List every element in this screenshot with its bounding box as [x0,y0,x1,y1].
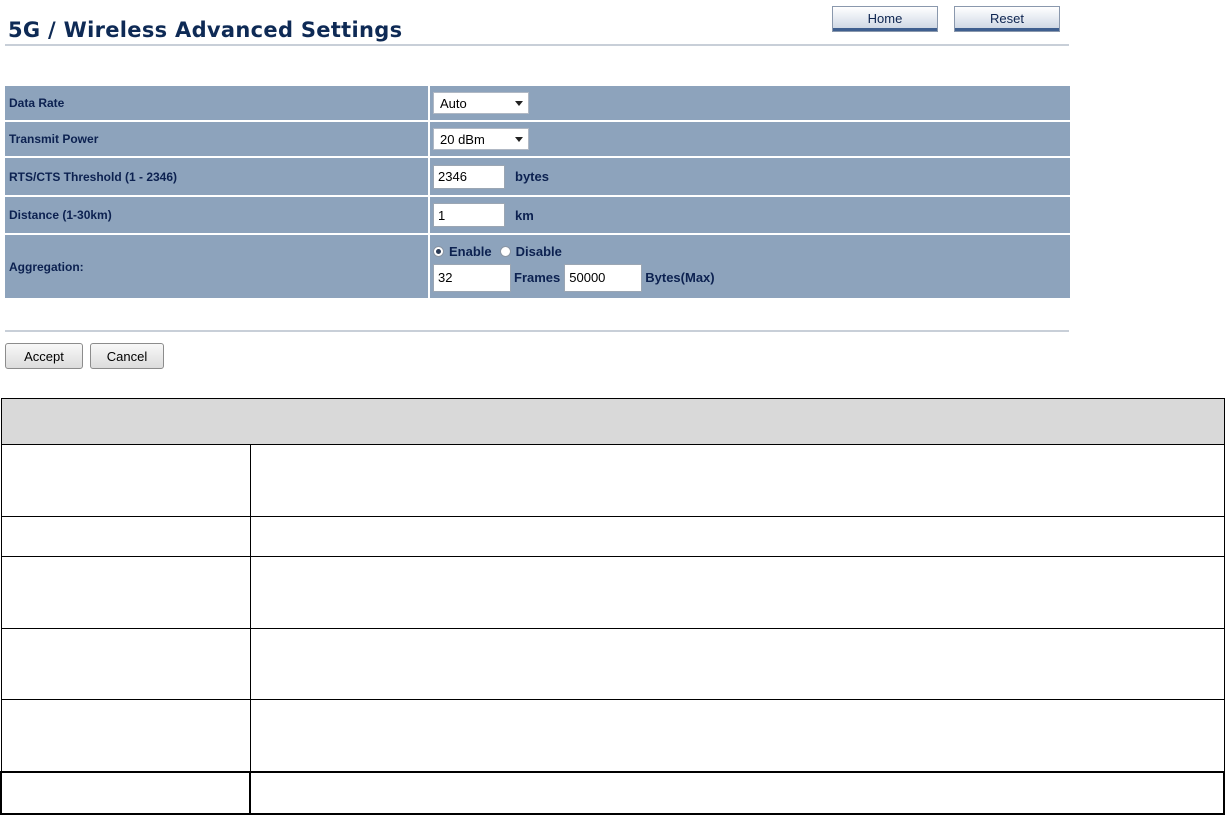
page-title: 5G / Wireless Advanced Settings [8,18,403,42]
table-cell-description [249,444,1225,517]
transmit-power-row: Transmit Power 20 dBm [5,122,1070,156]
table-row [0,628,1225,700]
table-header-cell [0,398,1225,445]
table-cell-name [0,516,251,557]
data-rate-row: Data Rate Auto [5,86,1070,120]
dropdown-arrow-icon [515,137,523,142]
table-cell-description [249,699,1225,772]
footer-divider [5,330,1069,332]
table-cell-name [0,628,251,700]
aggregation-frames-label: Frames [514,270,561,285]
table-cell-name [0,770,251,815]
reset-button[interactable]: Reset [954,6,1060,32]
distance-unit: km [515,207,534,223]
rts-cts-input[interactable] [433,164,505,189]
table-row [0,444,1225,517]
transmit-power-select[interactable]: 20 dBm [433,128,529,150]
table-row [0,556,1225,629]
cancel-button[interactable]: Cancel [90,343,164,369]
settings-form: Data Rate Auto Transmit Power 20 dBm RTS… [5,86,1070,300]
table-header-row [0,398,1225,445]
distance-row: Distance (1-30km) km [5,197,1070,233]
aggregation-row: Aggregation: Enable Disable Frames Bytes… [5,235,1070,298]
table-cell-name [0,444,251,517]
table-row [0,699,1225,772]
table-cell-name [0,699,251,772]
table-cell-description [249,516,1225,557]
dropdown-arrow-icon [515,101,523,106]
transmit-power-value: 20 dBm [440,131,485,147]
aggregation-label: Aggregation: [5,235,428,298]
table-cell-description [249,628,1225,700]
aggregation-enable-label: Enable [449,244,492,259]
table-row [0,516,1225,557]
transmit-power-label: Transmit Power [5,122,428,156]
distance-label: Distance (1-30km) [5,197,428,233]
table-cell-name [0,556,251,629]
aggregation-bytes-input[interactable] [564,263,643,292]
aggregation-disable-radio[interactable] [499,246,511,257]
table-cell-description [249,770,1225,815]
header-divider [5,44,1069,46]
home-button[interactable]: Home [832,6,938,32]
aggregation-enable-radio[interactable] [433,246,444,257]
description-table [0,398,1225,815]
distance-input[interactable] [433,203,505,227]
aggregation-bytes-label: Bytes(Max) [645,270,715,285]
accept-button[interactable]: Accept [5,343,83,369]
data-rate-select[interactable]: Auto [433,92,529,114]
table-cell-description [249,556,1225,629]
data-rate-value: Auto [440,95,467,111]
rts-cts-row: RTS/CTS Threshold (1 - 2346) bytes [5,158,1070,195]
table-row [0,770,1225,815]
rts-cts-label: RTS/CTS Threshold (1 - 2346) [5,158,428,195]
data-rate-label: Data Rate [5,86,428,120]
aggregation-frames-input[interactable] [433,263,511,292]
rts-cts-unit: bytes [515,169,549,184]
aggregation-disable-label: Disable [515,244,562,259]
